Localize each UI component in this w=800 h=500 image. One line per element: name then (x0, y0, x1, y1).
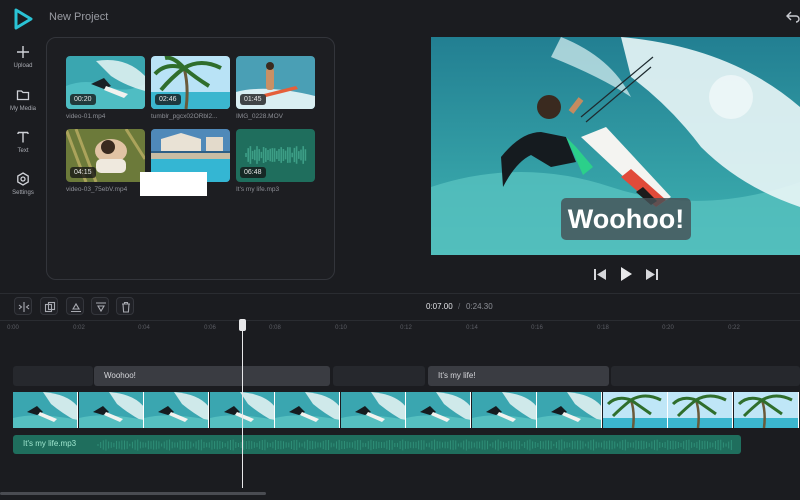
play-icon[interactable] (619, 266, 633, 282)
caption-button[interactable] (91, 297, 109, 315)
trash-icon (122, 301, 130, 313)
video-frame (406, 392, 471, 428)
skip-back-icon[interactable] (593, 268, 607, 281)
video-frame (13, 392, 78, 428)
sidebar-item-upload[interactable]: Upload (0, 45, 46, 69)
ruler-tick: 0:14 (466, 325, 478, 331)
text-clip[interactable]: It's my life! (428, 366, 609, 386)
sidebar-item-my-media[interactable]: My Media (0, 88, 46, 112)
caption-icon (96, 302, 106, 313)
sidebar-item-text[interactable]: Text (0, 130, 46, 154)
duplicate-button[interactable] (40, 297, 58, 315)
skip-forward-icon[interactable] (645, 268, 659, 281)
video-frame (144, 392, 209, 428)
project-title[interactable]: New Project (49, 11, 108, 23)
duration-badge: 04:15 (70, 167, 96, 178)
video-frame (537, 392, 602, 428)
ruler-tick: 0:16 (531, 325, 543, 331)
media-thumbnail-audio[interactable]: 06:48 (236, 129, 315, 182)
text-track-gap (13, 366, 93, 386)
ruler-tick: 0:00 (7, 325, 19, 331)
ruler-tick: 0:04 (138, 325, 150, 331)
media-thumbnail[interactable]: 01:45 (236, 56, 315, 109)
media-thumbnail[interactable]: 04:15 (66, 129, 145, 182)
caption-overlay[interactable]: Woohoo! (561, 198, 691, 240)
text-track-gap (611, 366, 800, 386)
text-icon (17, 131, 29, 143)
video-frame (275, 392, 340, 428)
duration-badge: 06:48 (240, 167, 266, 178)
plus-icon (17, 46, 29, 58)
align-button[interactable] (66, 297, 84, 315)
video-frame (78, 392, 144, 428)
sidebar-item-label: Text (17, 148, 29, 154)
align-icon (71, 302, 81, 313)
video-track[interactable] (13, 392, 800, 428)
media-filename: video-01.mp4 (66, 113, 106, 120)
text-track-gap (333, 366, 425, 386)
time-separator: / (458, 302, 461, 311)
ruler-tick: 0:06 (204, 325, 216, 331)
video-frame (602, 392, 668, 428)
ruler-tick: 0:18 (597, 325, 609, 331)
text-clip[interactable]: Woohoo! (94, 366, 330, 386)
ruler-tick: 0:08 (269, 325, 281, 331)
media-thumbnail[interactable]: 02:46 (151, 56, 230, 109)
playhead[interactable] (242, 320, 243, 488)
audio-clip[interactable]: It's my life.mp3 (13, 435, 741, 454)
split-icon (18, 302, 30, 312)
ruler-tick: 0:20 (662, 325, 674, 331)
duration-badge: 02:46 (155, 94, 181, 105)
redacted-filename (140, 172, 207, 196)
sidebar-item-label: Settings (12, 190, 34, 196)
ruler-divider (0, 320, 800, 321)
delete-button[interactable] (116, 297, 134, 315)
ruler-tick: 0:12 (400, 325, 412, 331)
video-frame (733, 392, 799, 428)
undo-icon[interactable] (786, 11, 800, 23)
video-frame (668, 392, 733, 428)
app-logo-icon[interactable] (12, 8, 34, 30)
total-time: 0:24.30 (466, 302, 493, 311)
media-filename: It's my life.mp3 (236, 186, 280, 193)
media-filename: tumblr_pgcx02ORbl2... (151, 113, 218, 120)
current-time: 0:07.00 (426, 302, 453, 311)
duration-badge: 00:20 (70, 94, 96, 105)
horizontal-scrollbar[interactable] (0, 492, 266, 495)
sidebar-item-settings[interactable]: Settings (0, 172, 46, 196)
sidebar-item-label: Upload (13, 63, 33, 69)
media-filename: video-03_75ebV.mp4 (66, 186, 128, 193)
divider (0, 293, 800, 294)
ruler-tick: 0:22 (728, 325, 740, 331)
ruler-tick: 0:10 (335, 325, 347, 331)
split-button[interactable] (14, 297, 32, 315)
folder-icon (16, 90, 30, 101)
audio-clip-label: It's my life.mp3 (23, 439, 77, 448)
media-thumbnail[interactable]: 00:20 (66, 56, 145, 109)
gear-icon (17, 172, 29, 186)
playhead-handle[interactable] (239, 319, 246, 331)
ruler-tick: 0:02 (73, 325, 85, 331)
video-frame (471, 392, 537, 428)
video-frame (340, 392, 406, 428)
audio-waveform (97, 439, 732, 451)
duplicate-icon (44, 301, 56, 313)
duration-badge: 01:45 (240, 94, 266, 105)
sidebar-item-label: My Media (9, 106, 36, 112)
media-filename: IMG_0228.MOV (236, 113, 283, 120)
